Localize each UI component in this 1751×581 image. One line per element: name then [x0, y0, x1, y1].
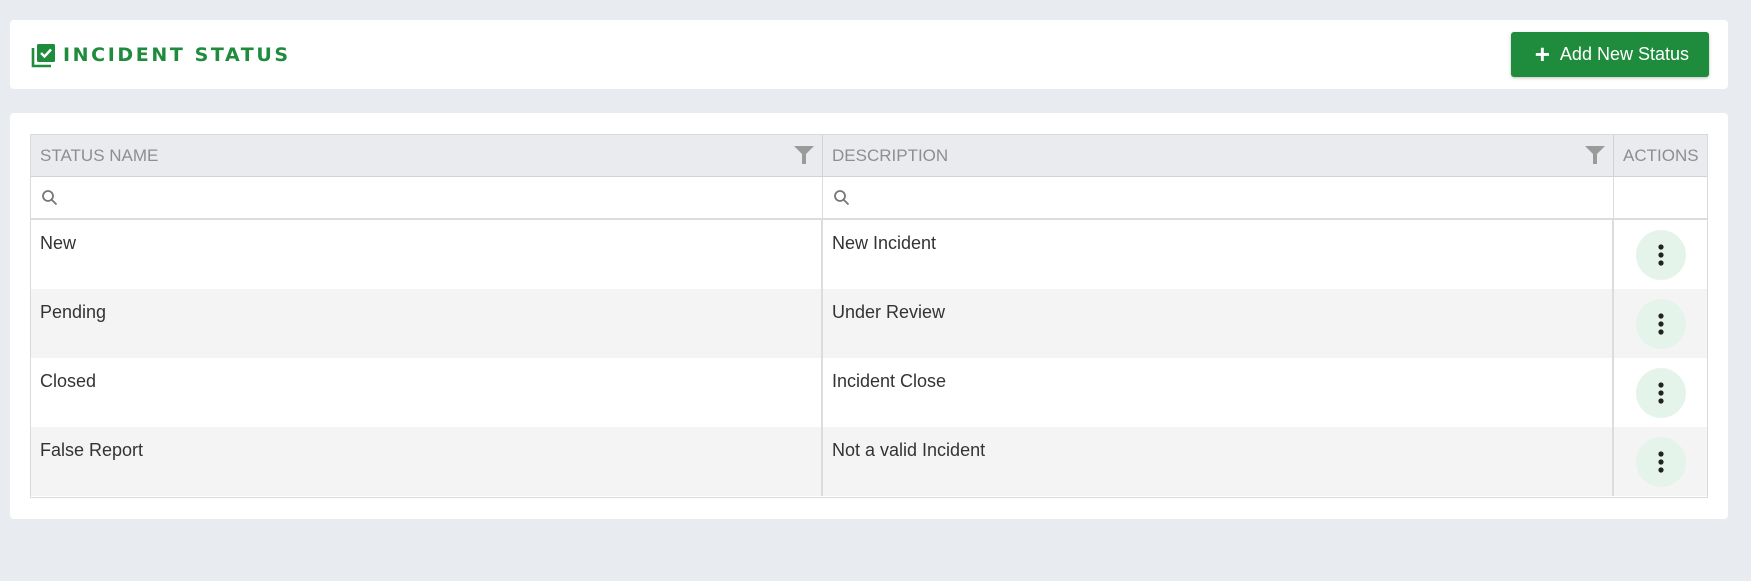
status-name-cell: False Report	[31, 427, 823, 496]
actions-filter-cell	[1614, 177, 1707, 218]
title-group: INCIDENT STATUS	[31, 42, 291, 68]
page-title: INCIDENT STATUS	[63, 43, 291, 66]
row-actions-button[interactable]	[1635, 367, 1686, 418]
add-new-status-label: Add New Status	[1559, 44, 1689, 64]
more-vertical-icon	[1657, 312, 1664, 335]
row-actions-button[interactable]	[1635, 436, 1686, 487]
more-vertical-icon	[1657, 450, 1664, 473]
description-cell: Not a valid Incident	[823, 427, 1614, 496]
description-cell: New Incident	[823, 220, 1614, 289]
status-name-filter-cell	[31, 177, 823, 218]
filter-icon[interactable]	[794, 146, 814, 164]
column-header-label: STATUS NAME	[40, 145, 159, 165]
description-filter-input[interactable]	[856, 182, 1613, 213]
filter-icon[interactable]	[1585, 146, 1605, 164]
status-name-cell: Pending	[31, 289, 823, 358]
column-header-description[interactable]: DESCRIPTION	[823, 135, 1614, 176]
table-row[interactable]: New New Incident	[31, 220, 1707, 289]
column-header-label: DESCRIPTION	[832, 145, 949, 165]
description-cell: Incident Close	[823, 358, 1614, 427]
status-grid-card: STATUS NAME DESCRIPTION ACTIONS New New …	[10, 113, 1728, 519]
table-row[interactable]: Pending Under Review	[31, 289, 1707, 358]
add-new-status-button[interactable]: + Add New Status	[1510, 32, 1709, 77]
more-vertical-icon	[1657, 381, 1664, 404]
description-cell: Under Review	[823, 289, 1614, 358]
column-header-label: ACTIONS	[1623, 145, 1699, 165]
page-header: INCIDENT STATUS + Add New Status	[10, 20, 1728, 89]
status-name-cell: New	[31, 220, 823, 289]
row-actions-button[interactable]	[1635, 229, 1686, 280]
column-header-status-name[interactable]: STATUS NAME	[31, 135, 823, 176]
search-icon	[42, 190, 58, 206]
actions-cell	[1614, 427, 1707, 496]
status-name-filter-input[interactable]	[64, 182, 822, 213]
actions-cell	[1614, 220, 1707, 289]
more-vertical-icon	[1657, 243, 1664, 266]
status-grid: STATUS NAME DESCRIPTION ACTIONS New New …	[30, 134, 1708, 498]
search-icon	[834, 190, 850, 206]
grid-header-row: STATUS NAME DESCRIPTION ACTIONS	[31, 135, 1707, 177]
actions-cell	[1614, 358, 1707, 427]
row-actions-button[interactable]	[1635, 298, 1686, 349]
description-filter-cell	[823, 177, 1614, 218]
grid-filter-row	[31, 177, 1707, 220]
table-row[interactable]: False Report Not a valid Incident	[31, 427, 1707, 496]
status-name-cell: Closed	[31, 358, 823, 427]
plus-icon: +	[1534, 38, 1550, 69]
checklist-icon	[31, 42, 57, 68]
column-header-actions: ACTIONS	[1614, 135, 1707, 176]
actions-cell	[1614, 289, 1707, 358]
table-row[interactable]: Closed Incident Close	[31, 358, 1707, 427]
